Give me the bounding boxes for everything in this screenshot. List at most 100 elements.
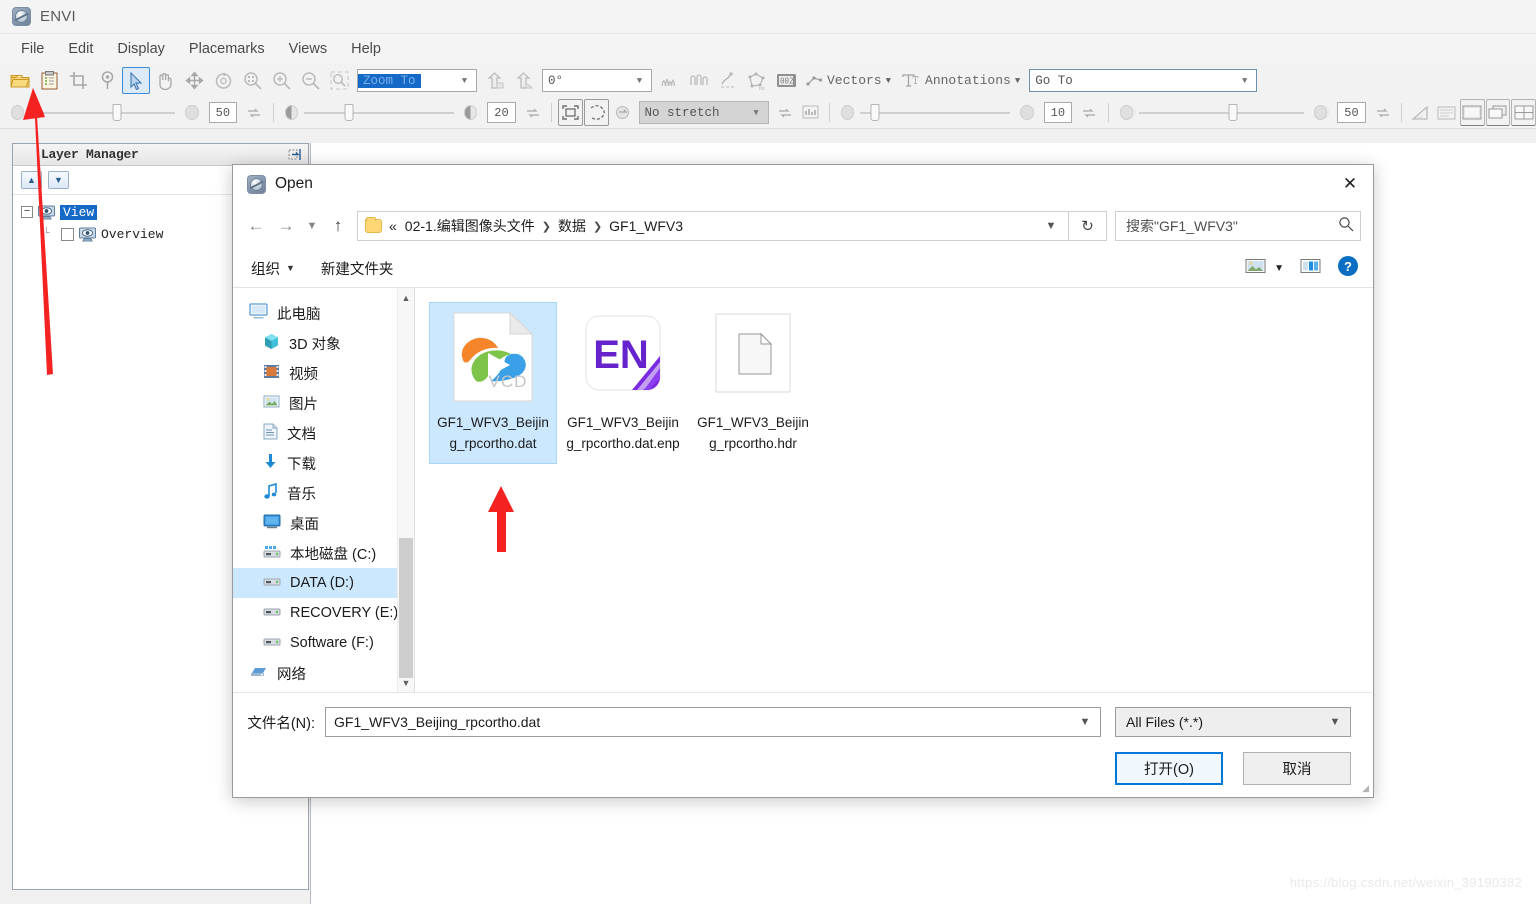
zoom-in-icon[interactable] (267, 67, 295, 94)
overview-checkbox[interactable] (61, 227, 74, 241)
blend-value[interactable]: 50 (1337, 102, 1366, 123)
breadcrumb-overflow[interactable]: « (389, 218, 397, 234)
nav-item-music[interactable]: 音乐 (233, 478, 414, 508)
annotations-menu[interactable]: Annotations ▼ (897, 73, 1025, 88)
stretch-view-extent-icon[interactable] (584, 99, 609, 126)
tiled-view-layout-icon[interactable] (1511, 99, 1536, 126)
close-icon[interactable]: ✕ (1327, 165, 1373, 203)
menu-views[interactable]: Views (278, 37, 338, 61)
zoom-region-icon[interactable] (325, 67, 353, 94)
refresh-icon[interactable]: ↻ (1069, 211, 1107, 241)
sharpen-slider[interactable] (860, 103, 1011, 121)
nav-item-videos[interactable]: 视频 (233, 358, 414, 388)
pin-panel-icon[interactable] (288, 147, 303, 162)
navigation-pane-scrollbar[interactable]: ▲ ▼ (397, 288, 414, 692)
rotation-combo[interactable]: 0° ▼ (542, 69, 652, 92)
file-list[interactable]: VCD GF1_WFV3_Beijing_rpcortho.dat EN GF1… (415, 288, 1373, 692)
nav-item-this-pc[interactable]: 此电脑 (233, 298, 414, 328)
breadcrumb-item-1[interactable]: 数据 (558, 216, 586, 236)
reset-stretch-icon[interactable] (773, 99, 798, 126)
single-view-layout-icon[interactable] (1459, 99, 1485, 126)
breadcrumb-item-0[interactable]: 02-1.编辑图像头文件 (405, 216, 535, 236)
histogram-stretch-icon[interactable] (798, 99, 823, 126)
measure-icon[interactable] (1408, 99, 1433, 126)
arrow-left-icon[interactable]: ← (241, 211, 271, 241)
breadcrumb-item-2[interactable]: GF1_WFV3 (609, 218, 683, 234)
chevron-down-icon[interactable]: ▼ (1038, 220, 1064, 232)
chevron-down-icon[interactable]: ▼ (398, 673, 414, 692)
cascade-view-layout-icon[interactable] (1485, 99, 1511, 126)
chevron-down-icon[interactable]: ▼ (1274, 263, 1284, 274)
sharpen-value[interactable]: 10 (1043, 102, 1072, 123)
zoom-fit-icon[interactable] (238, 67, 266, 94)
chevron-up-icon[interactable]: ▲ (21, 171, 42, 189)
zoom-to-combo[interactable]: Zoom To ▼ (357, 69, 477, 92)
stretch-combo[interactable]: No stretch ▼ (638, 101, 769, 124)
file-item-dat[interactable]: VCD GF1_WFV3_Beijing_rpcortho.dat (429, 302, 557, 464)
nav-item-local-disk-c[interactable]: 本地磁盘 (C:) (233, 538, 414, 568)
open-file-icon[interactable] (6, 67, 34, 94)
view-visibility-icon[interactable] (37, 205, 56, 220)
blend-slider[interactable] (1139, 103, 1304, 121)
reset-sharpen-icon[interactable] (1077, 99, 1102, 126)
brightness-slider[interactable] (304, 103, 454, 121)
menu-placemarks[interactable]: Placemarks (178, 37, 276, 61)
file-item-hdr[interactable]: GF1_WFV3_Beijing_rpcortho.hdr (689, 302, 817, 464)
search-input[interactable]: 搜索"GF1_WFV3" (1115, 211, 1361, 241)
nav-item-software-f[interactable]: Software (F:) (233, 628, 414, 658)
select-cursor-icon[interactable] (122, 67, 150, 94)
chevron-down-icon[interactable]: ▼ (1324, 716, 1346, 728)
preview-pane-icon[interactable] (1300, 258, 1321, 279)
organize-menu[interactable]: 组织 ▼ (251, 258, 295, 279)
new-folder-button[interactable]: 新建文件夹 (321, 258, 394, 279)
arbitrary-profile-icon[interactable] (714, 67, 742, 94)
stretch-full-extent-icon[interactable] (558, 99, 583, 126)
pan-hand-icon[interactable] (151, 67, 179, 94)
nav-item-3d-objects[interactable]: 3D 对象 (233, 328, 414, 358)
arrow-right-icon[interactable]: → (271, 211, 301, 241)
chevron-down-icon[interactable]: ▼ (48, 171, 69, 189)
nav-item-pictures[interactable]: 图片 (233, 388, 414, 418)
roi-tool-icon[interactable]: roi (743, 67, 771, 94)
bring-to-front-icon[interactable] (481, 67, 509, 94)
scrollbar-thumb[interactable] (399, 538, 413, 678)
placemark-pin-icon[interactable] (93, 67, 121, 94)
filename-input[interactable]: GF1_WFV3_Beijing_rpcortho.dat ▼ (325, 707, 1101, 737)
zoom-out-icon[interactable] (296, 67, 324, 94)
rotate-icon[interactable] (209, 67, 237, 94)
transparency-value[interactable]: 50 (208, 102, 237, 123)
goto-combo[interactable]: Go To ▼ (1029, 69, 1258, 92)
menu-help[interactable]: Help (340, 37, 392, 61)
cancel-button[interactable]: 取消 (1243, 752, 1351, 785)
vectors-menu[interactable]: Vectors ▼ (801, 73, 896, 88)
menu-display[interactable]: Display (106, 37, 176, 61)
overview-visibility-icon[interactable] (78, 227, 97, 242)
nav-item-desktop[interactable]: 桌面 (233, 508, 414, 538)
fly-move-icon[interactable] (180, 67, 208, 94)
menu-file[interactable]: File (10, 37, 55, 61)
help-icon[interactable]: ? (1337, 255, 1359, 282)
nav-item-network[interactable]: 网络 (233, 658, 414, 688)
resize-grip[interactable]: ◢ (1362, 783, 1369, 794)
file-item-enp[interactable]: EN GF1_WFV3_Beijing_rpcortho.dat.enp (559, 302, 687, 464)
reset-transparency-icon[interactable] (242, 99, 267, 126)
paste-clipboard-icon[interactable] (35, 67, 63, 94)
breadcrumb[interactable]: « 02-1.编辑图像头文件 ❯ 数据 ❯ GF1_WFV3 ▼ (357, 211, 1069, 241)
band-math-icon[interactable]: 002 (772, 67, 800, 94)
nav-item-documents[interactable]: 文档 (233, 418, 414, 448)
view-mode-icon[interactable] (1245, 258, 1266, 279)
nav-item-recovery-e[interactable]: RECOVERY (E:) (233, 598, 414, 628)
file-type-filter[interactable]: All Files (*.*) ▼ (1115, 707, 1351, 737)
recalculate-stretch-icon[interactable] (610, 99, 635, 126)
horizontal-profile-icon[interactable] (685, 67, 713, 94)
chevron-down-icon[interactable]: ▼ (1074, 716, 1096, 728)
reset-blend-icon[interactable] (1371, 99, 1396, 126)
crop-icon[interactable] (64, 67, 92, 94)
send-to-back-icon[interactable] (510, 67, 538, 94)
transparency-slider[interactable] (30, 103, 176, 121)
menu-edit[interactable]: Edit (57, 37, 104, 61)
reset-brightness-icon[interactable] (521, 99, 546, 126)
open-button[interactable]: 打开(O) (1115, 752, 1223, 785)
nav-item-data-d[interactable]: DATA (D:) (233, 568, 414, 598)
chevron-up-icon[interactable]: ▲ (398, 288, 414, 307)
